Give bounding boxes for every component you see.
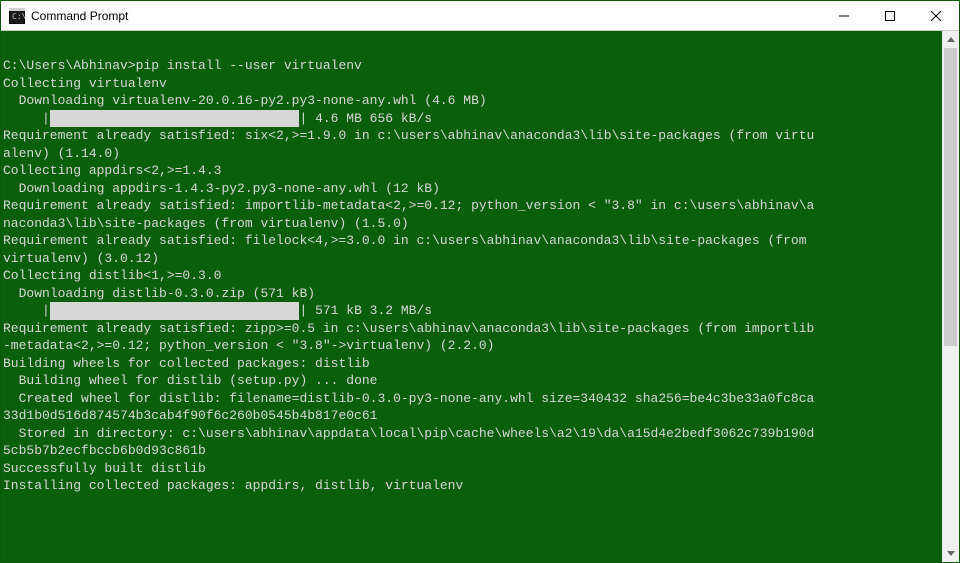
maximize-button[interactable] bbox=[867, 1, 913, 30]
titlebar-controls bbox=[821, 1, 959, 30]
output-line: 5cb5b7b2ecfbccb6b0d93c861b bbox=[3, 443, 206, 458]
output-line: Requirement already satisfied: filelock<… bbox=[3, 233, 814, 248]
output-line: alenv) (1.14.0) bbox=[3, 146, 120, 161]
scroll-track[interactable] bbox=[942, 48, 959, 545]
progress-bar bbox=[50, 110, 300, 128]
output-line: -metadata<2,>=0.12; python_version < "3.… bbox=[3, 338, 494, 353]
progress-line: | | 571 kB 3.2 MB/s bbox=[3, 303, 432, 318]
progress-line: | | 4.6 MB 656 kB/s bbox=[3, 111, 432, 126]
output-line: Requirement already satisfied: zipp>=0.5… bbox=[3, 321, 814, 336]
output-line: Successfully built distlib bbox=[3, 461, 206, 476]
svg-text:C:\: C:\ bbox=[12, 12, 25, 21]
output-line: Downloading appdirs-1.4.3-py2.py3-none-a… bbox=[3, 181, 440, 196]
output-line: 33d1b0d516d874574b3cab4f90f6c260b0545b4b… bbox=[3, 408, 377, 423]
window-title: Command Prompt bbox=[31, 9, 821, 23]
output-line: Stored in directory: c:\users\abhinav\ap… bbox=[3, 426, 814, 441]
terminal-area: C:\Users\Abhinav>pip install --user virt… bbox=[1, 31, 959, 562]
output-line: virtualenv) (3.0.12) bbox=[3, 251, 159, 266]
scroll-thumb[interactable] bbox=[944, 48, 957, 346]
scroll-up-arrow[interactable] bbox=[942, 31, 959, 48]
output-line: Downloading virtualenv-20.0.16-py2.py3-n… bbox=[3, 93, 487, 108]
output-line: Downloading distlib-0.3.0.zip (571 kB) bbox=[3, 286, 315, 301]
output-line: Collecting distlib<1,>=0.3.0 bbox=[3, 268, 221, 283]
terminal-output[interactable]: C:\Users\Abhinav>pip install --user virt… bbox=[1, 31, 942, 562]
minimize-button[interactable] bbox=[821, 1, 867, 30]
titlebar[interactable]: C:\ Command Prompt bbox=[1, 1, 959, 31]
scroll-down-arrow[interactable] bbox=[942, 545, 959, 562]
output-line: Building wheels for collected packages: … bbox=[3, 356, 370, 371]
prompt-line: C:\Users\Abhinav>pip install --user virt… bbox=[3, 58, 362, 73]
output-line: Installing collected packages: appdirs, … bbox=[3, 478, 463, 493]
output-line: Requirement already satisfied: importlib… bbox=[3, 198, 814, 213]
output-line: Building wheel for distlib (setup.py) ..… bbox=[3, 373, 377, 388]
progress-bar bbox=[50, 302, 300, 320]
output-line: Requirement already satisfied: six<2,>=1… bbox=[3, 128, 814, 143]
output-line: Collecting appdirs<2,>=1.4.3 bbox=[3, 163, 221, 178]
app-icon: C:\ bbox=[9, 8, 25, 24]
output-line: Created wheel for distlib: filename=dist… bbox=[3, 391, 814, 406]
output-line: Collecting virtualenv bbox=[3, 76, 167, 91]
output-line: naconda3\lib\site-packages (from virtual… bbox=[3, 216, 409, 231]
vertical-scrollbar[interactable] bbox=[942, 31, 959, 562]
command-prompt-window: C:\ Command Prompt C:\Users\Abhinav>pip … bbox=[0, 0, 960, 563]
close-button[interactable] bbox=[913, 1, 959, 30]
